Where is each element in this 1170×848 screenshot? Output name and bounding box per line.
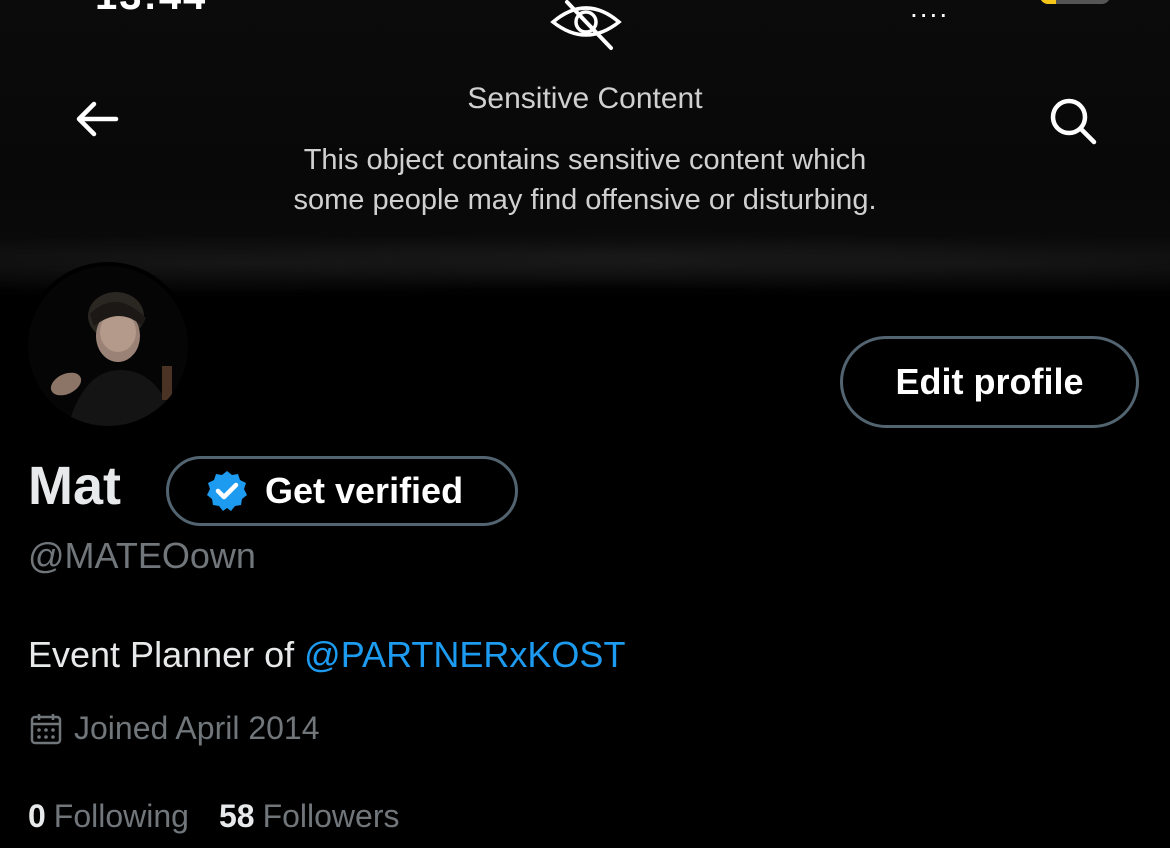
- search-icon: [1050, 98, 1097, 145]
- display-name: Mat: [28, 456, 121, 516]
- joined-label: Joined April 2014: [74, 710, 320, 746]
- followers-label: Followers: [262, 798, 400, 834]
- back-button[interactable]: [70, 96, 124, 142]
- sensitive-desc-line-1: This object contains sensitive content w…: [303, 144, 867, 176]
- calendar-icon: [30, 713, 62, 744]
- profile-banner[interactable]: 13:44 .... Sensitive Content This object…: [0, 0, 1170, 300]
- sensitive-content-description: This object contains sensitive content w…: [235, 140, 935, 220]
- search-button[interactable]: [1046, 94, 1100, 148]
- profile-bio: Event Planner of @PARTNERxKOST: [28, 634, 625, 676]
- sensitive-desc-line-2: some people may find offensive or distur…: [293, 184, 877, 216]
- get-verified-button[interactable]: Get verified: [166, 456, 518, 526]
- avatar[interactable]: [24, 262, 192, 430]
- battery-level: [1040, 0, 1056, 4]
- banner-blurred-image: [0, 210, 1170, 300]
- user-handle: @MATEOown: [28, 535, 256, 576]
- arrow-left-icon: [76, 101, 119, 137]
- get-verified-label: Get verified: [265, 470, 464, 511]
- followers-count: 58: [218, 798, 255, 834]
- sensitive-content-title: Sensitive Content: [467, 82, 703, 115]
- signal-icon: ....: [910, 0, 950, 23]
- following-count: 0: [28, 798, 46, 834]
- battery-icon: [1040, 0, 1110, 4]
- status-indicators: ....: [910, 0, 1110, 23]
- bio-mention-link[interactable]: @PARTNERxKOST: [304, 634, 625, 675]
- verified-badge-icon: [207, 471, 247, 511]
- following-label: Following: [53, 798, 189, 834]
- follow-stats: 0 Following 58 Followers: [28, 798, 429, 835]
- bio-text: Event Planner of: [28, 634, 305, 675]
- followers-link[interactable]: 58 Followers: [219, 798, 400, 835]
- joined-date: Joined April 2014: [28, 710, 320, 747]
- following-link[interactable]: 0 Following: [28, 798, 189, 835]
- status-time: 13:44: [95, 0, 207, 19]
- edit-profile-button[interactable]: Edit profile: [840, 336, 1139, 428]
- profile-photo: [28, 266, 188, 426]
- eye-slash-icon: [550, 0, 622, 50]
